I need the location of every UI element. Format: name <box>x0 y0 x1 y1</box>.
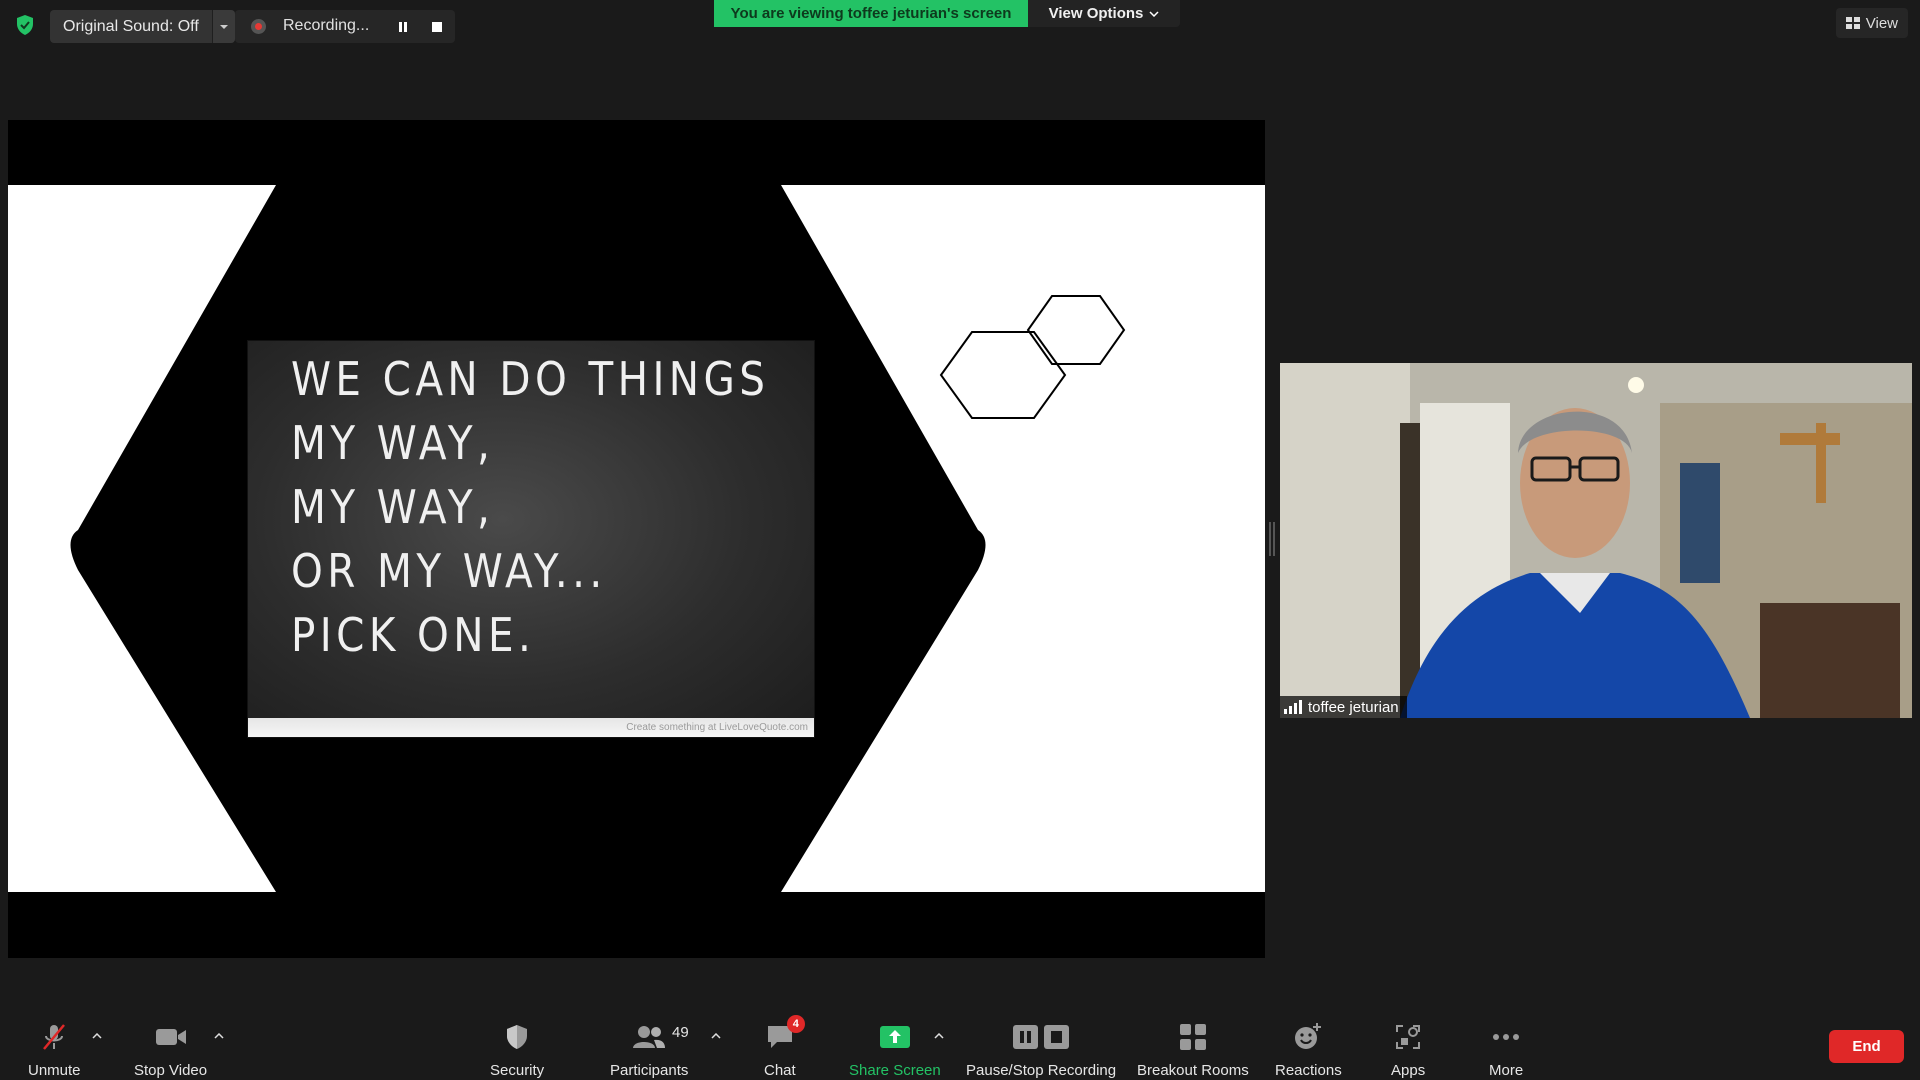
video-camera-icon <box>155 1020 187 1054</box>
apps-button[interactable]: Apps <box>1391 1020 1425 1079</box>
chat-label[interactable]: Chat <box>764 1062 796 1079</box>
original-sound-toggle[interactable]: Original Sound: Off <box>50 10 235 43</box>
pause-stop-recording-button[interactable]: Pause/Stop Recording <box>966 1020 1116 1079</box>
security-label[interactable]: Security <box>490 1062 544 1079</box>
participants-count: 49 <box>672 1024 689 1041</box>
share-screen-icon <box>879 1020 911 1054</box>
viewing-screen-banner: You are viewing toffee jeturian's screen <box>714 0 1028 27</box>
reactions-smiley-icon <box>1293 1020 1323 1054</box>
stop-video-button[interactable]: Stop Video <box>134 1020 207 1079</box>
security-shield-icon <box>504 1020 530 1054</box>
chalkboard-line: MY WAY, <box>291 416 495 470</box>
participant-video-feed <box>1280 363 1912 718</box>
view-layout-button[interactable]: View <box>1835 8 1908 38</box>
pause-recording-button[interactable] <box>391 15 415 39</box>
chat-button[interactable]: 4 Chat <box>764 1015 805 1079</box>
more-label[interactable]: More <box>1489 1062 1523 1079</box>
chevron-up-icon <box>711 1033 721 1039</box>
chevron-up-icon <box>934 1033 944 1039</box>
chevron-down-icon <box>1149 10 1159 17</box>
chalkboard-image: WE CAN DO THINGS MY WAY, MY WAY, OR MY WAY.… <box>247 340 815 738</box>
chalkboard-line: WE CAN DO THINGS <box>291 352 770 406</box>
participants-options-caret[interactable] <box>708 1028 724 1044</box>
chalkboard-quote: WE CAN DO THINGS MY WAY, MY WAY, OR MY WAY.… <box>291 347 770 667</box>
caret-down-icon <box>219 24 228 29</box>
chat-unread-badge: 4 <box>786 1015 805 1033</box>
chalkboard-footer: Create something at LiveLoveQuote.com <box>248 718 814 737</box>
grid-view-icon <box>1845 17 1860 29</box>
pause-stop-recording-icon <box>1012 1020 1070 1054</box>
reactions-label[interactable]: Reactions <box>1275 1062 1342 1079</box>
reactions-button[interactable]: Reactions <box>1275 1020 1342 1079</box>
participants-icon <box>632 1020 666 1054</box>
pause-stop-recording-label[interactable]: Pause/Stop Recording <box>966 1062 1116 1079</box>
unmute-label[interactable]: Unmute <box>28 1062 81 1079</box>
more-dots-icon <box>1492 1020 1520 1054</box>
view-options-label[interactable]: View Options <box>1049 5 1144 22</box>
zoom-meeting-window: Original Sound: Off Recording... You are… <box>0 0 1920 1080</box>
recording-dot-icon <box>251 19 266 34</box>
chalkboard-line: MY WAY, <box>291 480 495 534</box>
original-sound-label[interactable]: Original Sound: Off <box>50 10 212 43</box>
participants-label[interactable]: Participants <box>610 1062 688 1079</box>
audio-options-caret[interactable] <box>89 1028 105 1044</box>
meeting-toolbar <box>0 1000 1920 1080</box>
participant-video[interactable]: toffee jeturian <box>1280 363 1912 718</box>
security-button[interactable]: Security <box>490 1020 544 1079</box>
recording-indicator: Recording... <box>235 10 455 43</box>
pause-icon <box>399 22 407 32</box>
stop-video-label[interactable]: Stop Video <box>134 1062 207 1079</box>
breakout-rooms-button[interactable]: Breakout Rooms <box>1137 1020 1249 1079</box>
panel-resize-handle[interactable] <box>1269 522 1275 556</box>
apps-label[interactable]: Apps <box>1391 1062 1425 1079</box>
share-options-caret[interactable] <box>931 1028 947 1044</box>
chevron-up-icon <box>214 1033 224 1039</box>
share-screen-button[interactable]: Share Screen <box>849 1020 941 1079</box>
stop-recording-button[interactable] <box>425 15 449 39</box>
chalkboard-line: PICK ONE. <box>291 608 536 662</box>
video-options-caret[interactable] <box>211 1028 227 1044</box>
original-sound-dropdown[interactable] <box>211 10 235 43</box>
stop-icon <box>432 22 442 32</box>
view-label[interactable]: View <box>1866 15 1898 32</box>
view-options-menu[interactable]: View Options <box>1028 0 1180 27</box>
shared-screen: WE CAN DO THINGS MY WAY, MY WAY, OR MY WAY.… <box>8 120 1265 958</box>
breakout-rooms-label[interactable]: Breakout Rooms <box>1137 1062 1249 1079</box>
connection-signal-icon <box>1284 700 1302 714</box>
chevron-up-icon <box>92 1033 102 1039</box>
participant-name: toffee jeturian <box>1308 698 1399 716</box>
breakout-rooms-icon <box>1179 1020 1207 1054</box>
share-screen-label[interactable]: Share Screen <box>849 1062 941 1079</box>
apps-icon <box>1395 1020 1421 1054</box>
chat-bubble-icon: 4 <box>765 1015 805 1054</box>
chalkboard-line: OR MY WAY... <box>291 544 607 598</box>
muted-microphone-icon <box>39 1020 69 1054</box>
participant-name-tag: toffee jeturian <box>1280 696 1407 718</box>
recording-label: Recording... <box>283 17 370 34</box>
unmute-button[interactable]: Unmute <box>28 1020 81 1079</box>
encryption-shield-icon[interactable] <box>14 14 36 36</box>
more-button[interactable]: More <box>1489 1020 1523 1079</box>
end-meeting-button[interactable]: End <box>1829 1030 1904 1063</box>
